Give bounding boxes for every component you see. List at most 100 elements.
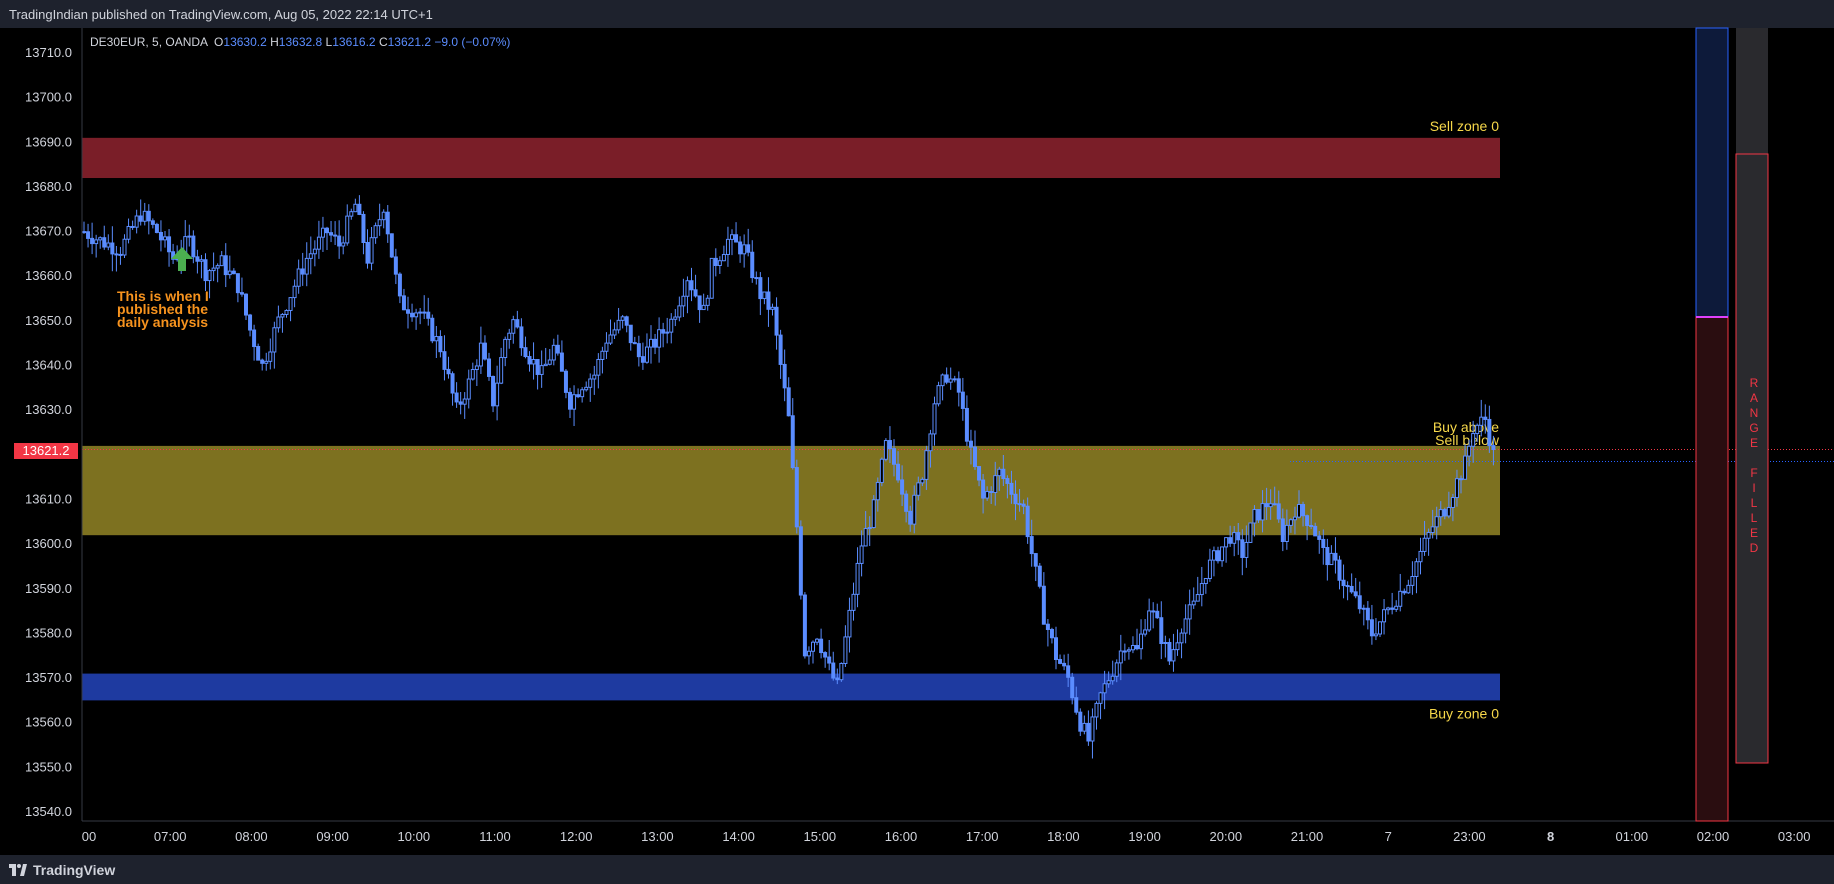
candle-body: [325, 227, 329, 234]
candle-body: [219, 255, 224, 267]
candle-body: [1378, 621, 1382, 635]
legend-close: 13621.2: [387, 35, 432, 49]
x-axis[interactable]: 00 07:00 08:00 09:00 10:00 11:00 12:00 13:00 14:…: [82, 820, 1834, 844]
candle-body: [855, 562, 860, 595]
candle-body: [1301, 503, 1306, 517]
y-tick-label: 13540.0: [25, 804, 72, 819]
candle-body: [146, 210, 151, 222]
y-tick-label: 13690.0: [25, 134, 72, 149]
candle-body: [1155, 610, 1160, 619]
annotation-text: This is when I published the daily analy…: [117, 289, 237, 329]
y-tick-label: 13570.0: [25, 670, 72, 685]
candle-body: [280, 313, 285, 318]
candle-body: [1179, 632, 1184, 644]
candle-body: [1382, 609, 1387, 623]
candle-body: [454, 392, 459, 403]
candle-body: [90, 237, 95, 245]
candle-body: [86, 231, 91, 239]
candle-body: [487, 358, 491, 377]
candle-body: [572, 394, 577, 410]
candle-body: [892, 448, 896, 465]
candle-body: [831, 662, 836, 679]
candle-body: [1280, 518, 1285, 542]
candle-body: [1402, 590, 1407, 594]
candle-body: [446, 368, 451, 375]
candle-body: [1033, 553, 1038, 567]
candle-body: [596, 358, 601, 376]
candle-body: [1357, 595, 1362, 610]
tradingview-logo[interactable]: TradingView: [9, 862, 115, 878]
candle-body: [470, 369, 475, 380]
x-tick-label: 18:00: [1047, 829, 1080, 844]
range-letter: R: [1749, 376, 1759, 390]
x-tick-label: 23:00: [1453, 829, 1486, 844]
candle-body: [401, 295, 406, 311]
candle-body: [843, 636, 848, 664]
candle-body: [292, 285, 297, 299]
candle-body: [1459, 478, 1463, 481]
legend-symbol: DE30EUR, 5, OANDA: [90, 35, 209, 49]
candle-body: [523, 347, 528, 358]
candle-body: [410, 312, 415, 318]
candle-body: [1151, 610, 1156, 613]
symbol-legend[interactable]: DE30EUR, 5, OANDA O13630.2 H13632.8 L136…: [90, 35, 510, 49]
candle-body: [956, 378, 961, 393]
candle-body: [426, 311, 431, 319]
y-tick-label: 13610.0: [25, 491, 72, 506]
candle-body: [1438, 509, 1443, 518]
candle-body: [239, 292, 244, 295]
candle-body: [1317, 535, 1322, 540]
candle-body: [1203, 578, 1208, 585]
candle-body: [944, 374, 949, 383]
candle-body: [1349, 585, 1354, 593]
tradingview-logo-icon: [9, 864, 27, 876]
candle-body: [1487, 418, 1492, 447]
x-tick-label: 14:00: [722, 829, 755, 844]
x-tick-label: 7: [1385, 829, 1392, 844]
candle-body: [1045, 623, 1050, 630]
candle-body: [604, 342, 609, 352]
chart-canvas[interactable]: Sell zone 0Buy aboveSell belowBuy zone 0…: [0, 0, 1834, 884]
candle-body: [742, 244, 747, 255]
candle-body: [1260, 503, 1265, 521]
candle-body: [673, 316, 678, 320]
candle-body: [887, 440, 892, 450]
candle-body: [393, 256, 398, 275]
candle-body: [778, 334, 783, 365]
candle-body: [361, 213, 366, 244]
footer-bar: TradingView: [0, 855, 1834, 884]
buy-zone-label: Buy zone 0: [1429, 705, 1499, 721]
candle-body: [620, 316, 625, 321]
candle-body: [495, 382, 500, 407]
candle-body: [734, 234, 739, 243]
candle-body: [1248, 522, 1253, 543]
candle-body: [612, 329, 617, 336]
range-letter: F: [1750, 466, 1758, 480]
candle-body: [677, 305, 682, 318]
candle-body: [167, 236, 172, 253]
candle-body: [912, 494, 917, 525]
candle-body: [337, 235, 342, 247]
candle-body: [993, 475, 998, 494]
candle-body: [811, 641, 815, 652]
candle-body: [661, 329, 666, 334]
candle-body: [968, 440, 973, 448]
candle-body: [1305, 515, 1310, 526]
candle-body: [997, 468, 1002, 477]
candle-body: [1082, 722, 1087, 732]
y-axis[interactable]: 13710.0 13700.0 13690.0 13680.0 13670.0 13660…: [25, 28, 83, 821]
candle-body: [1422, 537, 1427, 552]
candle-body: [730, 234, 734, 240]
candle-body: [815, 638, 820, 643]
candle-body: [920, 478, 925, 484]
y-tick-label: 13640.0: [25, 358, 72, 373]
candle-body: [1297, 503, 1301, 518]
y-tick-label: 13630.0: [25, 402, 72, 417]
candle-body: [1029, 536, 1034, 555]
candle-body: [819, 638, 824, 654]
candle-body: [1479, 416, 1484, 426]
candle-body: [381, 211, 386, 221]
candle-body: [126, 225, 131, 240]
candle-body: [349, 211, 354, 217]
candle-body: [130, 225, 135, 228]
